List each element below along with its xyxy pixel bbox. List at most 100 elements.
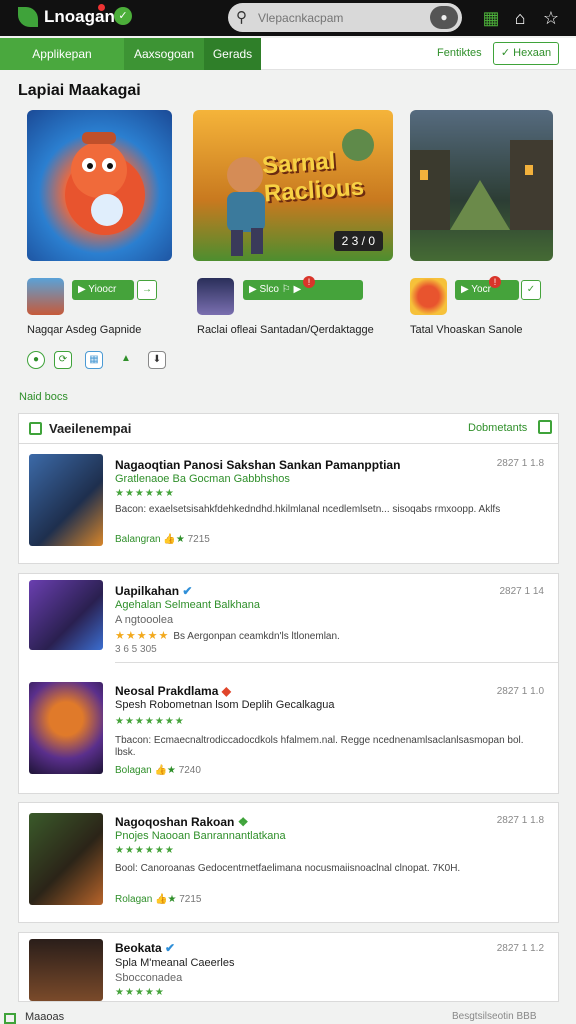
search-bar[interactable]: ⚲ ●	[228, 3, 462, 32]
game-title[interactable]: Neosal Prakdlama ◆	[115, 684, 231, 698]
refresh-icon[interactable]: ⟳	[54, 351, 72, 369]
game-meta: Rolagan 👍★ 7215	[115, 894, 202, 905]
nav-bar: Applikepan Aaxsogoan Gerads Fentiktes ✓ …	[0, 38, 576, 70]
village-scene-image	[410, 140, 553, 230]
meta-label[interactable]: Balangran	[115, 534, 161, 545]
featured-banner-1[interactable]	[27, 110, 172, 261]
tab-categories[interactable]: Aaxsogoan	[124, 38, 204, 70]
game-date: 2827 1 1.2	[496, 943, 544, 954]
featured-link[interactable]: Fentiktes	[437, 47, 482, 59]
like-count: 7240	[178, 765, 201, 776]
footer-label[interactable]: Maaoas	[25, 1011, 64, 1023]
mic-icon[interactable]: ●	[430, 6, 458, 29]
game-subtitle: Spesh Robometnan lsom Deplih Gecalkagua	[115, 699, 335, 711]
rating-stars-value: ★★★★★	[115, 630, 170, 642]
list-card: Beokata ✔ Spla M'meanal Caeerles Sboccon…	[18, 932, 559, 1002]
footer-check-icon	[4, 1013, 16, 1024]
notification-icon[interactable]: ▦	[479, 6, 503, 30]
game-date: 2827 1 1.8	[496, 815, 544, 826]
featured-banner-2[interactable]: Sarnal Raclious 2 3 / 0	[193, 110, 393, 261]
nav-action-button[interactable]: ✓ Hexaan	[493, 42, 559, 65]
featured-section-title: Lapiai Maakagai	[18, 82, 141, 99]
list-item[interactable]: Neosal Prakdlama ◆ Spesh Robometnan lsom…	[19, 674, 558, 795]
list-header: Vaeilenempai Dobmetants	[18, 413, 559, 443]
nav-action-label: Hexaan	[513, 47, 552, 59]
footer-right-text: Besgtsilseotin BBB	[452, 1011, 537, 1022]
thumbs-up-icon[interactable]: 👍★	[163, 534, 184, 545]
home-icon[interactable]: ⌂	[508, 6, 532, 30]
app-logo-text[interactable]: Lnoagan	[44, 7, 115, 27]
list-card: Nagaoqtian Panosi Sakshan Sankan Pamanpp…	[18, 443, 559, 564]
chat-icon[interactable]: ●	[27, 351, 45, 369]
featured-thumb-3[interactable]	[410, 278, 447, 315]
featured-pill-1[interactable]: ▶ Yioocr	[72, 280, 134, 300]
leaf-logo-icon[interactable]	[18, 7, 38, 27]
featured-caption-2: Raclai ofleai Santadan/Qerdaktagge	[197, 324, 374, 336]
rating-stars: ★★★★★	[115, 987, 165, 998]
list-check-icon	[29, 422, 42, 435]
game-title[interactable]: Nagaoqtian Panosi Sakshan Sankan Pamanpp…	[115, 458, 400, 472]
game-title[interactable]: Beokata ✔	[115, 941, 175, 955]
meta-label[interactable]: Bolagan	[115, 765, 152, 776]
search-input[interactable]	[258, 9, 423, 27]
game-subtitle: Agehalan Selmeant Balkhana	[115, 599, 260, 611]
list-documents-link[interactable]: Dobmetants	[468, 422, 527, 434]
banner-badge: 2 3 / 0	[333, 231, 383, 251]
game-title[interactable]: Uapilkahan ✔	[115, 584, 192, 598]
rating-stars: ★★★★★★	[115, 488, 175, 499]
game-thumbnail[interactable]	[29, 454, 103, 546]
star-icon[interactable]: ☆	[539, 6, 563, 30]
pill-label: Slco	[259, 284, 279, 295]
game-thumbnail[interactable]	[29, 682, 103, 774]
divider	[115, 662, 558, 663]
check-badge-icon: ✓	[114, 7, 132, 25]
game-subtitle: Spla M'meanal Caeerles	[115, 957, 235, 969]
list-item[interactable]: Beokata ✔ Spla M'meanal Caeerles Sboccon…	[19, 933, 558, 1003]
game-meta: 3 6 5 305	[115, 644, 157, 655]
rating-stars: ★★★★★★	[115, 845, 175, 856]
featured-banner-3[interactable]	[410, 110, 553, 261]
tab-applications[interactable]: Applikepan	[0, 38, 124, 70]
alert-icon: !	[489, 276, 501, 288]
game-controller-icon[interactable]: ▲	[117, 351, 135, 369]
game-meta: Balangran 👍★ 7215	[115, 534, 210, 545]
leaf-icon: ❖	[237, 815, 249, 829]
list-item[interactable]: Nagaoqtian Panosi Sakshan Sankan Pamanpp…	[19, 444, 558, 565]
download-icon[interactable]: ⬇	[148, 351, 166, 369]
flame-icon: ◆	[221, 684, 231, 698]
game-thumbnail[interactable]	[29, 813, 103, 905]
featured-caption-3: Tatal Vhoaskan Sanole	[410, 324, 523, 336]
game-title-text: Beokata	[115, 941, 162, 955]
thumbs-up-icon[interactable]: 👍★	[155, 894, 176, 905]
export-icon[interactable]	[538, 420, 552, 434]
game-title-text: Neosal Prakdlama	[115, 684, 219, 698]
pill-label: Yioocr	[88, 284, 117, 295]
featured-thumb-2[interactable]	[197, 278, 234, 315]
game-subtitle: Gratlenaoe Ba Gocman Gabbhshos	[115, 473, 290, 485]
game-description: Tbacon: Ecmaecnaltrodiccadocdkols hfalme…	[115, 735, 524, 758]
library-icon[interactable]: ▦	[85, 351, 103, 369]
game-meta: Bolagan 👍★ 7240	[115, 765, 201, 776]
game-thumbnail[interactable]	[29, 580, 103, 650]
game-date: 2827 1 1.0	[496, 686, 544, 697]
check-icon[interactable]: ✓	[521, 280, 541, 300]
meta-label[interactable]: Rolagan	[115, 894, 152, 905]
featured-caption-1: Nagqar Asdeg Gapnide	[27, 324, 142, 336]
game-subtitle-2: A ngtooolea	[115, 614, 174, 626]
thumbs-up-icon[interactable]: 👍★	[154, 765, 175, 776]
share-icon[interactable]: →	[137, 280, 157, 300]
game-title[interactable]: Nagoqoshan Rakoan ❖	[115, 815, 248, 829]
list-item[interactable]: Uapilkahan ✔ Agehalan Selmeant Balkhana …	[19, 574, 558, 674]
tab-genres[interactable]: Gerads	[204, 38, 261, 70]
featured-pill-3[interactable]: ▶ Yocr	[455, 280, 519, 300]
download-count: 3 6 5 305	[115, 644, 157, 655]
game-description: Bacon: exaelsetsisahkfdehkedndhd.hkilmla…	[115, 504, 501, 515]
like-count: 7215	[179, 894, 202, 905]
game-title-text: Uapilkahan	[115, 584, 180, 598]
list-item[interactable]: Nagoqoshan Rakoan ❖ Pnojes Naooan Banran…	[19, 803, 558, 924]
featured-thumb-1[interactable]	[27, 278, 64, 315]
list-card: Nagoqoshan Rakoan ❖ Pnojes Naooan Banran…	[18, 802, 559, 923]
notification-dot	[98, 4, 105, 11]
game-thumbnail[interactable]	[29, 939, 103, 1001]
game-date: 2827 1 14	[499, 586, 545, 597]
